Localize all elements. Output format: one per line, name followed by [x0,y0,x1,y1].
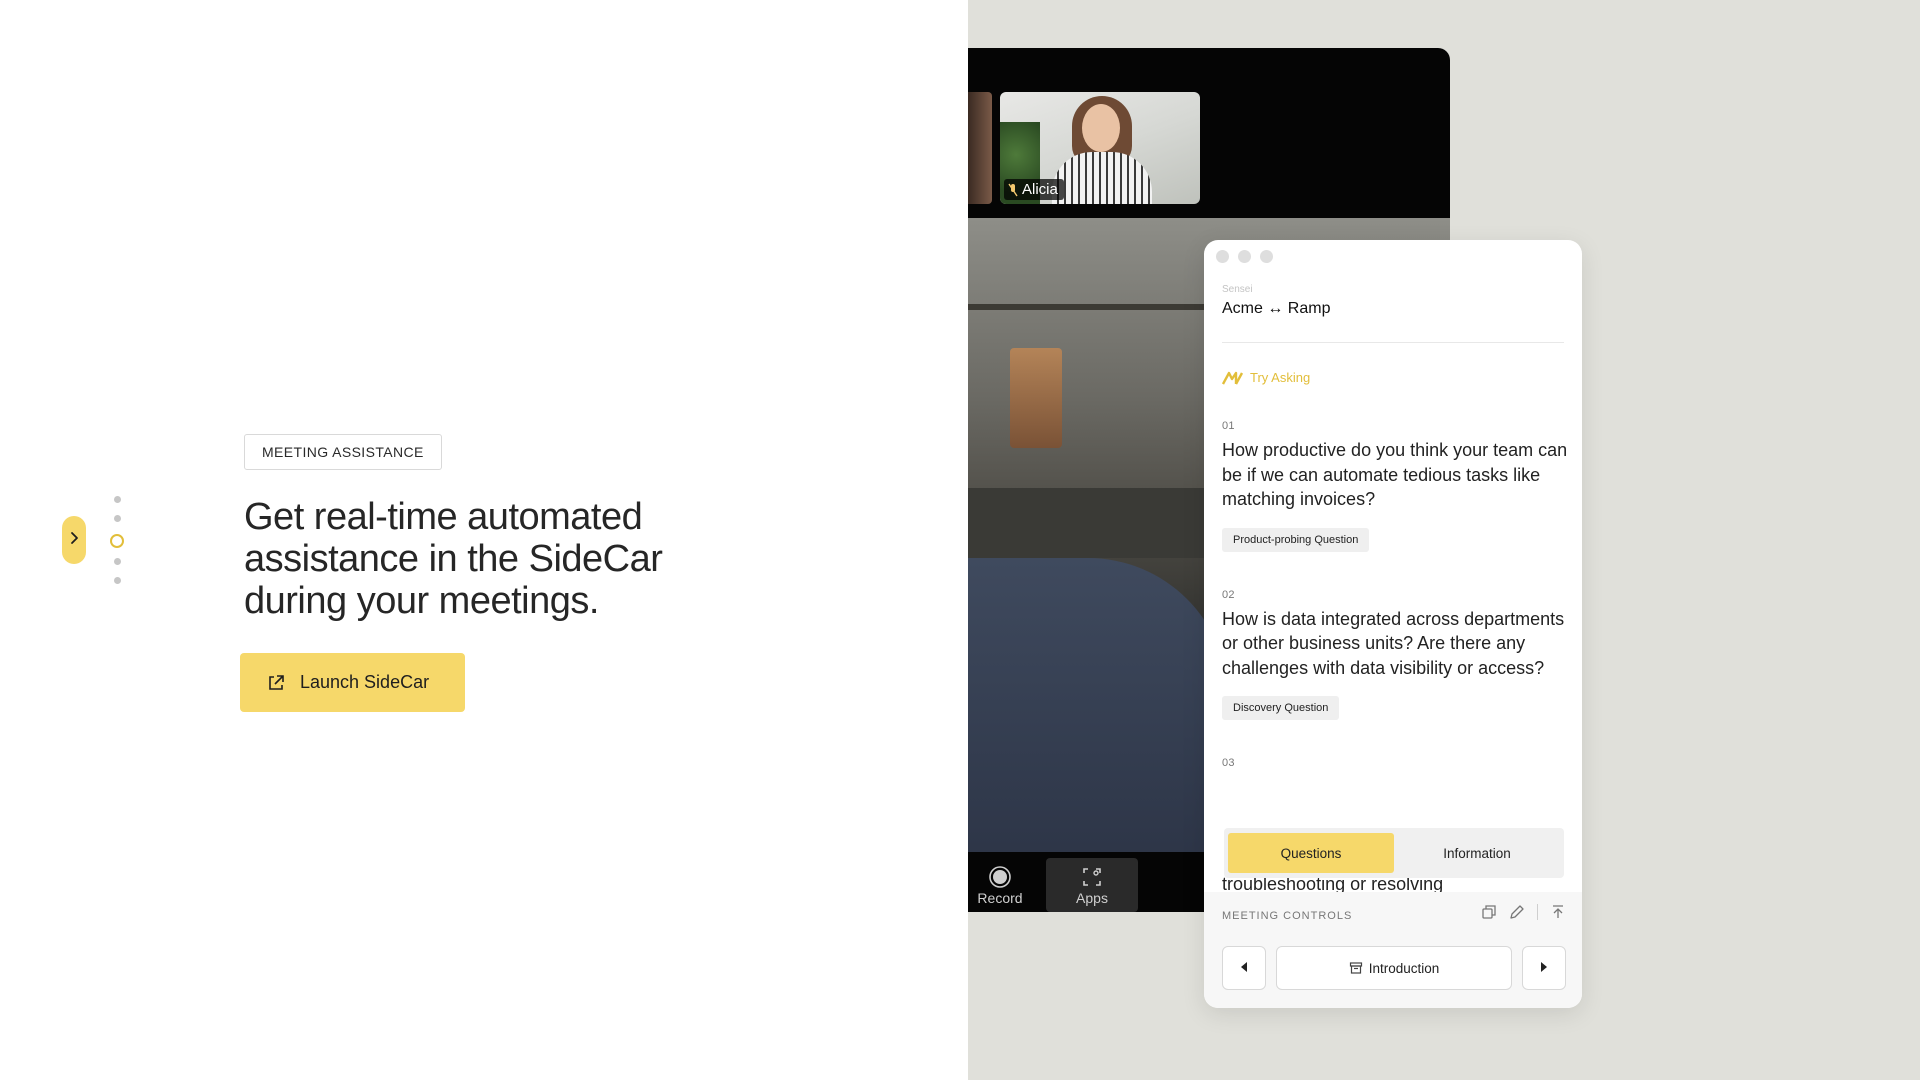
question-number: 01 [1222,420,1235,432]
question-number: 03 [1222,757,1235,769]
question-text: How is data integrated across department… [1222,608,1565,678]
question-number: 02 [1222,588,1235,601]
copy-icon[interactable] [1481,904,1497,920]
question-tag: Discovery Question [1222,696,1340,720]
window-controls [1216,250,1273,263]
meeting-controls-label: MEETING CONTROLS [1222,910,1353,922]
tab-information[interactable]: Information [1394,833,1560,873]
question-item[interactable]: 02 How is data integrated across departm… [1222,588,1568,720]
participant-tile[interactable]: Alicia [1000,92,1200,204]
participant-face [1082,104,1120,152]
question-item[interactable]: 01 How productive do you think your team… [1222,420,1568,552]
participant-name: Alicia [1022,181,1058,198]
chevron-right-icon [69,531,79,550]
scroll-to-top-icon[interactable] [1550,904,1566,920]
sidecar-tabs: Questions Information [1224,828,1564,878]
record-button[interactable]: Record [968,858,1032,912]
video-jar [1010,348,1062,448]
record-icon [989,864,1011,890]
window-close-dot[interactable] [1216,250,1229,263]
pager-dot[interactable] [113,558,121,565]
participant-body [1052,152,1152,204]
video-person [968,558,1228,878]
launch-sidecar-label: Launch SideCar [300,672,430,692]
participant-tile-partial [968,92,992,204]
meeting-controls-panel: MEETING CONTROLS Introduction [1204,892,1582,1008]
section-navigator: Introduction [1222,946,1566,990]
tab-questions[interactable]: Questions [1228,833,1394,873]
next-section-button[interactable] [1522,946,1566,990]
icon-separator [1537,904,1538,920]
try-asking-header: Try Asking [1222,370,1310,385]
section-badge: MEETING ASSISTANCE [244,434,442,470]
question-tag: Product-probing Question [1222,527,1370,552]
previous-section-button[interactable] [1222,946,1266,990]
window-maximize-dot[interactable] [1260,250,1273,263]
apps-label: Apps [1076,890,1108,906]
caret-left-icon [1239,961,1249,976]
pager-dot[interactable] [113,496,121,503]
app-label: Sensei [1222,284,1253,295]
question-text: How productive do you think your team ca… [1222,440,1568,509]
meeting-title: Acme ↔ Ramp [1222,300,1331,317]
product-preview: Alicia Record Apps Sensei Acme ↔ Ramp Tr… [968,0,1920,1080]
expand-nav-button[interactable] [62,516,86,564]
participant-name-tag: Alicia [1004,179,1064,200]
header-divider [1222,342,1564,343]
pager-dot-active[interactable] [110,534,124,548]
archive-icon [1349,961,1363,975]
meeting-controls-actions [1481,904,1566,920]
pager-dot[interactable] [113,515,121,522]
hero-panel: MEETING ASSISTANCE Get real-time automat… [0,0,968,1080]
window-minimize-dot[interactable] [1238,250,1251,263]
try-asking-label: Try Asking [1250,370,1311,385]
apps-icon [1081,864,1103,890]
apps-button[interactable]: Apps [1046,858,1138,912]
current-section-button[interactable]: Introduction [1276,946,1512,990]
sensei-logo-icon [1222,371,1244,385]
hero-headline: Get real-time automated assistance in th… [244,496,663,622]
mic-muted-icon [1008,183,1018,197]
pager-dot[interactable] [113,577,121,584]
question-list: 01 How productive do you think your team… [1222,420,1568,870]
edit-icon[interactable] [1509,904,1525,920]
record-label: Record [977,890,1023,906]
question-item[interactable]: 03 [1222,757,1568,769]
current-section-label: Introduction [1368,960,1440,976]
sidecar-window: Sensei Acme ↔ Ramp Try Asking 01 How pro… [1204,240,1582,1008]
external-link-icon [266,673,286,693]
slide-pager [110,496,124,596]
caret-right-icon [1539,961,1549,976]
launch-sidecar-button[interactable]: Launch SideCar [240,653,465,712]
